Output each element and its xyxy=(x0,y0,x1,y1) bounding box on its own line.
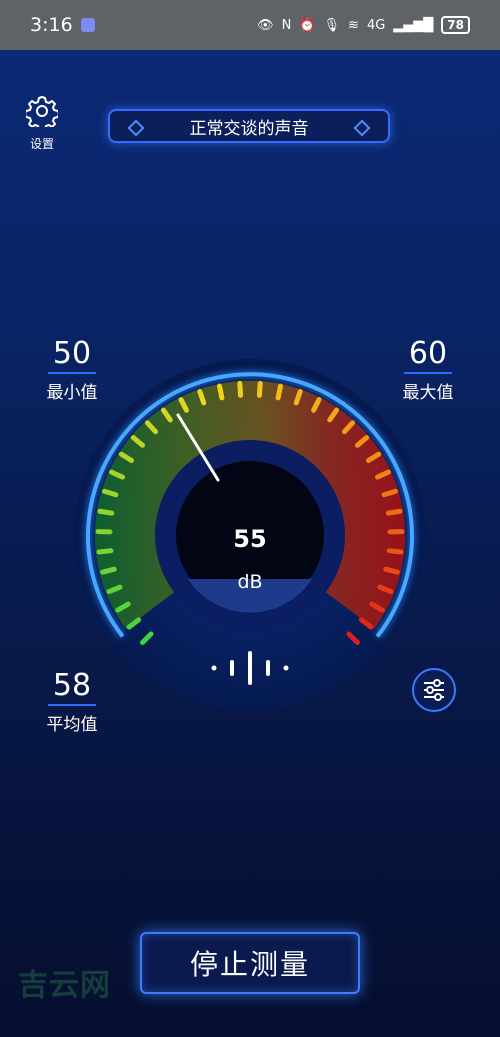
gauge-tick xyxy=(101,488,119,498)
network-type: 4G xyxy=(366,17,386,33)
watermark: 吉云网 xyxy=(18,968,111,1003)
gauge-tick xyxy=(381,488,399,498)
current-db-value: 55 xyxy=(233,525,266,553)
gear-icon xyxy=(24,96,60,132)
battery-level: 78 xyxy=(441,16,470,34)
diamond-right-icon xyxy=(353,119,371,137)
status-time: 3:16 xyxy=(30,14,73,36)
signal-icon: ▂▄▆█ xyxy=(393,17,434,33)
nfc-icon: N xyxy=(281,17,292,33)
settings-button[interactable]: 设置 xyxy=(20,95,64,152)
sliders-icon xyxy=(424,679,444,701)
gauge-tick xyxy=(385,508,403,516)
gauge-tick xyxy=(383,566,400,575)
gauge-tick xyxy=(97,508,115,516)
sound-mode-selector[interactable]: 正常交谈的声音 xyxy=(108,109,390,143)
system-icons: 👁 N ⏰ 🎙 ≋ 4G ▂▄▆█ 78 xyxy=(257,16,470,34)
diamond-left-icon xyxy=(127,119,145,137)
adjust-button[interactable] xyxy=(412,668,456,712)
gauge-tick xyxy=(100,566,117,575)
settings-label: 设置 xyxy=(29,137,54,151)
stop-measure-button[interactable]: 停止测量 xyxy=(140,932,360,994)
status-bar: 3:16 👁 N ⏰ 🎙 ≋ 4G ▂▄▆█ 78 xyxy=(0,0,500,50)
mic-icon: 🎙 xyxy=(323,17,341,33)
eye-icon: 👁 xyxy=(257,17,274,33)
decibel-gauge: 55 dB xyxy=(74,359,426,711)
alarm-icon: ⏰ xyxy=(299,17,316,33)
db-unit-label: dB xyxy=(237,571,262,593)
gauge-tick xyxy=(386,548,404,555)
gauge-tick xyxy=(275,383,283,401)
gauge-tick xyxy=(96,548,114,555)
gauge-tick xyxy=(256,380,263,398)
gauge-tick xyxy=(237,380,244,398)
sound-mode-label: 正常交谈的声音 xyxy=(189,118,309,139)
wifi-icon: ≋ xyxy=(348,17,359,33)
gauge-tick xyxy=(217,383,225,401)
notification-app-icon xyxy=(80,18,95,32)
